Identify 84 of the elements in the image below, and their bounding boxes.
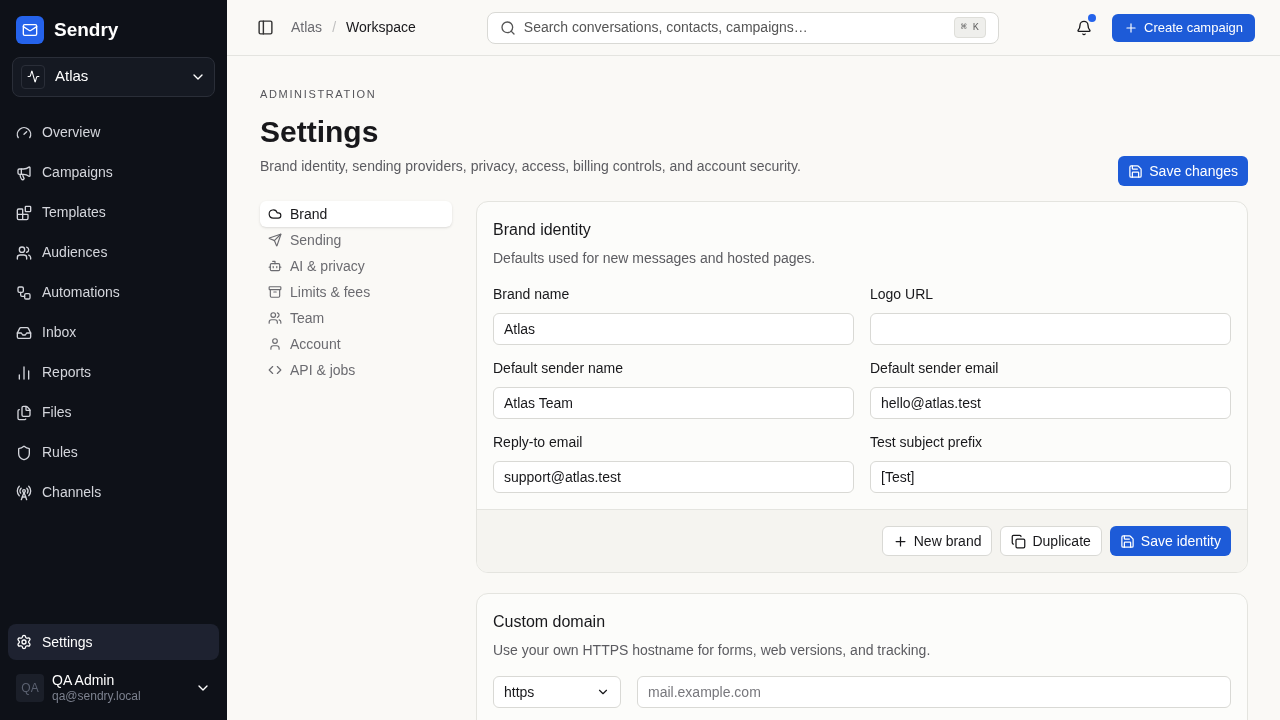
archive-icon [268, 285, 282, 299]
sidebar-toggle-icon[interactable] [257, 19, 274, 36]
copy-icon [1011, 533, 1027, 549]
nav-item[interactable]: Inbox [8, 312, 219, 353]
robot-icon [268, 259, 282, 273]
inbox-icon [16, 324, 32, 341]
section-eyebrow: ADMINISTRATION [260, 87, 378, 102]
shield-icon [16, 444, 32, 461]
gauge-icon [16, 124, 32, 141]
field-label: Test subject prefix [870, 433, 984, 452]
logo-icon [16, 16, 44, 45]
radio-tower-icon [16, 484, 32, 501]
nav-item[interactable]: Templates [8, 192, 219, 233]
card-description: Use your own HTTPS hostname for forms, web versions, and tracking. [493, 641, 932, 660]
settings-tab[interactable]: API & jobs [260, 357, 452, 383]
create-campaign-button[interactable]: Create campaign [1112, 13, 1255, 42]
input-field[interactable]: Atlas Team [493, 387, 854, 419]
settings-tab[interactable]: Sending [260, 227, 452, 253]
user-icon [268, 337, 282, 351]
nav-item[interactable]: Automations [8, 272, 219, 313]
workflow-icon [16, 284, 32, 301]
app-name: Sendry [54, 18, 119, 42]
nav-item[interactable]: Overview [8, 112, 219, 153]
settings-icon [16, 634, 32, 650]
settings-tab[interactable]: Brand [260, 201, 452, 227]
search-field[interactable]: Search conversations, contacts, campaigns… ⌘ K [486, 11, 999, 44]
blocks-icon [16, 204, 32, 221]
code-icon [268, 363, 282, 377]
nav-item[interactable]: Audiences [8, 232, 219, 273]
nav-item[interactable]: Settings [8, 624, 219, 660]
nav-item[interactable]: Reports [8, 352, 219, 393]
field-label: Reply-to email [493, 433, 584, 452]
field-label: Default sender email [870, 359, 1000, 378]
bar-chart-icon [16, 364, 32, 381]
users-icon [268, 311, 282, 325]
notifications-button[interactable] [1074, 17, 1094, 38]
users-icon [16, 244, 32, 261]
breadcrumb-separator: / [332, 18, 336, 37]
card-title: Brand identity [493, 220, 592, 240]
settings-tab[interactable]: Limits & fees [260, 279, 452, 305]
card-description: Defaults used for new messages and hosted pages. [493, 249, 817, 268]
card-title: Custom domain [493, 612, 607, 632]
nav-item[interactable]: Rules [8, 432, 219, 473]
input-field[interactable]: hello@atlas.test [870, 387, 1231, 419]
cloud-icon [268, 207, 282, 221]
page-title: Settings [260, 113, 380, 150]
plus-icon [1124, 20, 1138, 35]
search-input[interactable]: Search conversations, contacts, campaigns… [523, 17, 946, 38]
save-icon [1128, 163, 1144, 179]
activity-icon [21, 64, 45, 89]
send-icon [268, 233, 282, 247]
workspace-switcher[interactable]: Atlas [12, 56, 215, 97]
nav-item[interactable]: Channels [8, 472, 219, 513]
field-label: Default sender name [493, 359, 624, 378]
megaphone-icon [16, 164, 32, 181]
field-label: Logo URL [870, 285, 935, 304]
breadcrumb-item: Workspace [346, 18, 416, 37]
nav-item[interactable]: Files [8, 392, 219, 433]
nav-item[interactable]: Campaigns [8, 152, 219, 193]
breadcrumb-item[interactable]: Atlas [291, 17, 323, 38]
user-email: qa@sendry.local [52, 689, 142, 705]
save-icon [1119, 533, 1135, 549]
shortcut-hint: ⌘ K [953, 17, 986, 38]
page-description: Brand identity, sending providers, privacy, access, billing controls, and account security. [260, 157, 801, 176]
action-button[interactable]: Duplicate [1000, 526, 1102, 556]
input-field[interactable]: [Test] [870, 461, 1231, 493]
settings-tab[interactable]: Account [260, 331, 452, 357]
input-field[interactable]: support@atlas.test [493, 461, 854, 493]
field-label: Brand name [493, 285, 571, 304]
plus-icon [892, 533, 908, 549]
settings-tab[interactable]: Team [260, 305, 452, 331]
action-button[interactable]: New brand [881, 526, 993, 556]
action-button[interactable]: Save identity [1109, 526, 1231, 556]
save-changes-button[interactable]: Save changes [1118, 156, 1248, 186]
avatar: QA [16, 674, 44, 702]
user-name: QA Admin [52, 671, 116, 690]
search-icon [499, 19, 516, 36]
bell-icon [1076, 19, 1092, 36]
input-field[interactable]: Atlas [493, 313, 854, 345]
settings-tab[interactable]: AI & privacy [260, 253, 452, 279]
hostname-field[interactable]: mail.example.com [637, 676, 1231, 708]
protocol-select[interactable]: https [493, 676, 621, 708]
files-icon [16, 404, 32, 421]
input-field[interactable] [870, 313, 1231, 345]
